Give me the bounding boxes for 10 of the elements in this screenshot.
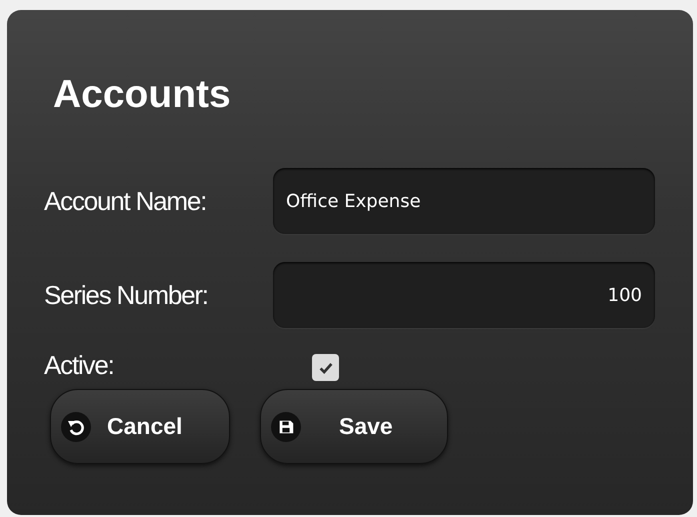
checkbox[interactable]	[312, 354, 339, 381]
dialog-title: Accounts	[53, 72, 232, 118]
input-field[interactable]: 100	[273, 262, 655, 328]
cancel-button[interactable]: Cancel	[50, 389, 230, 464]
save-button[interactable]: Save	[260, 389, 448, 464]
floppy-disk-icon	[271, 412, 301, 442]
field-label: Active:	[44, 350, 115, 381]
field-label: Series Number:	[44, 280, 209, 310]
field-label: Account Name:	[44, 186, 208, 216]
input-field[interactable]: Office Expense	[273, 168, 655, 234]
